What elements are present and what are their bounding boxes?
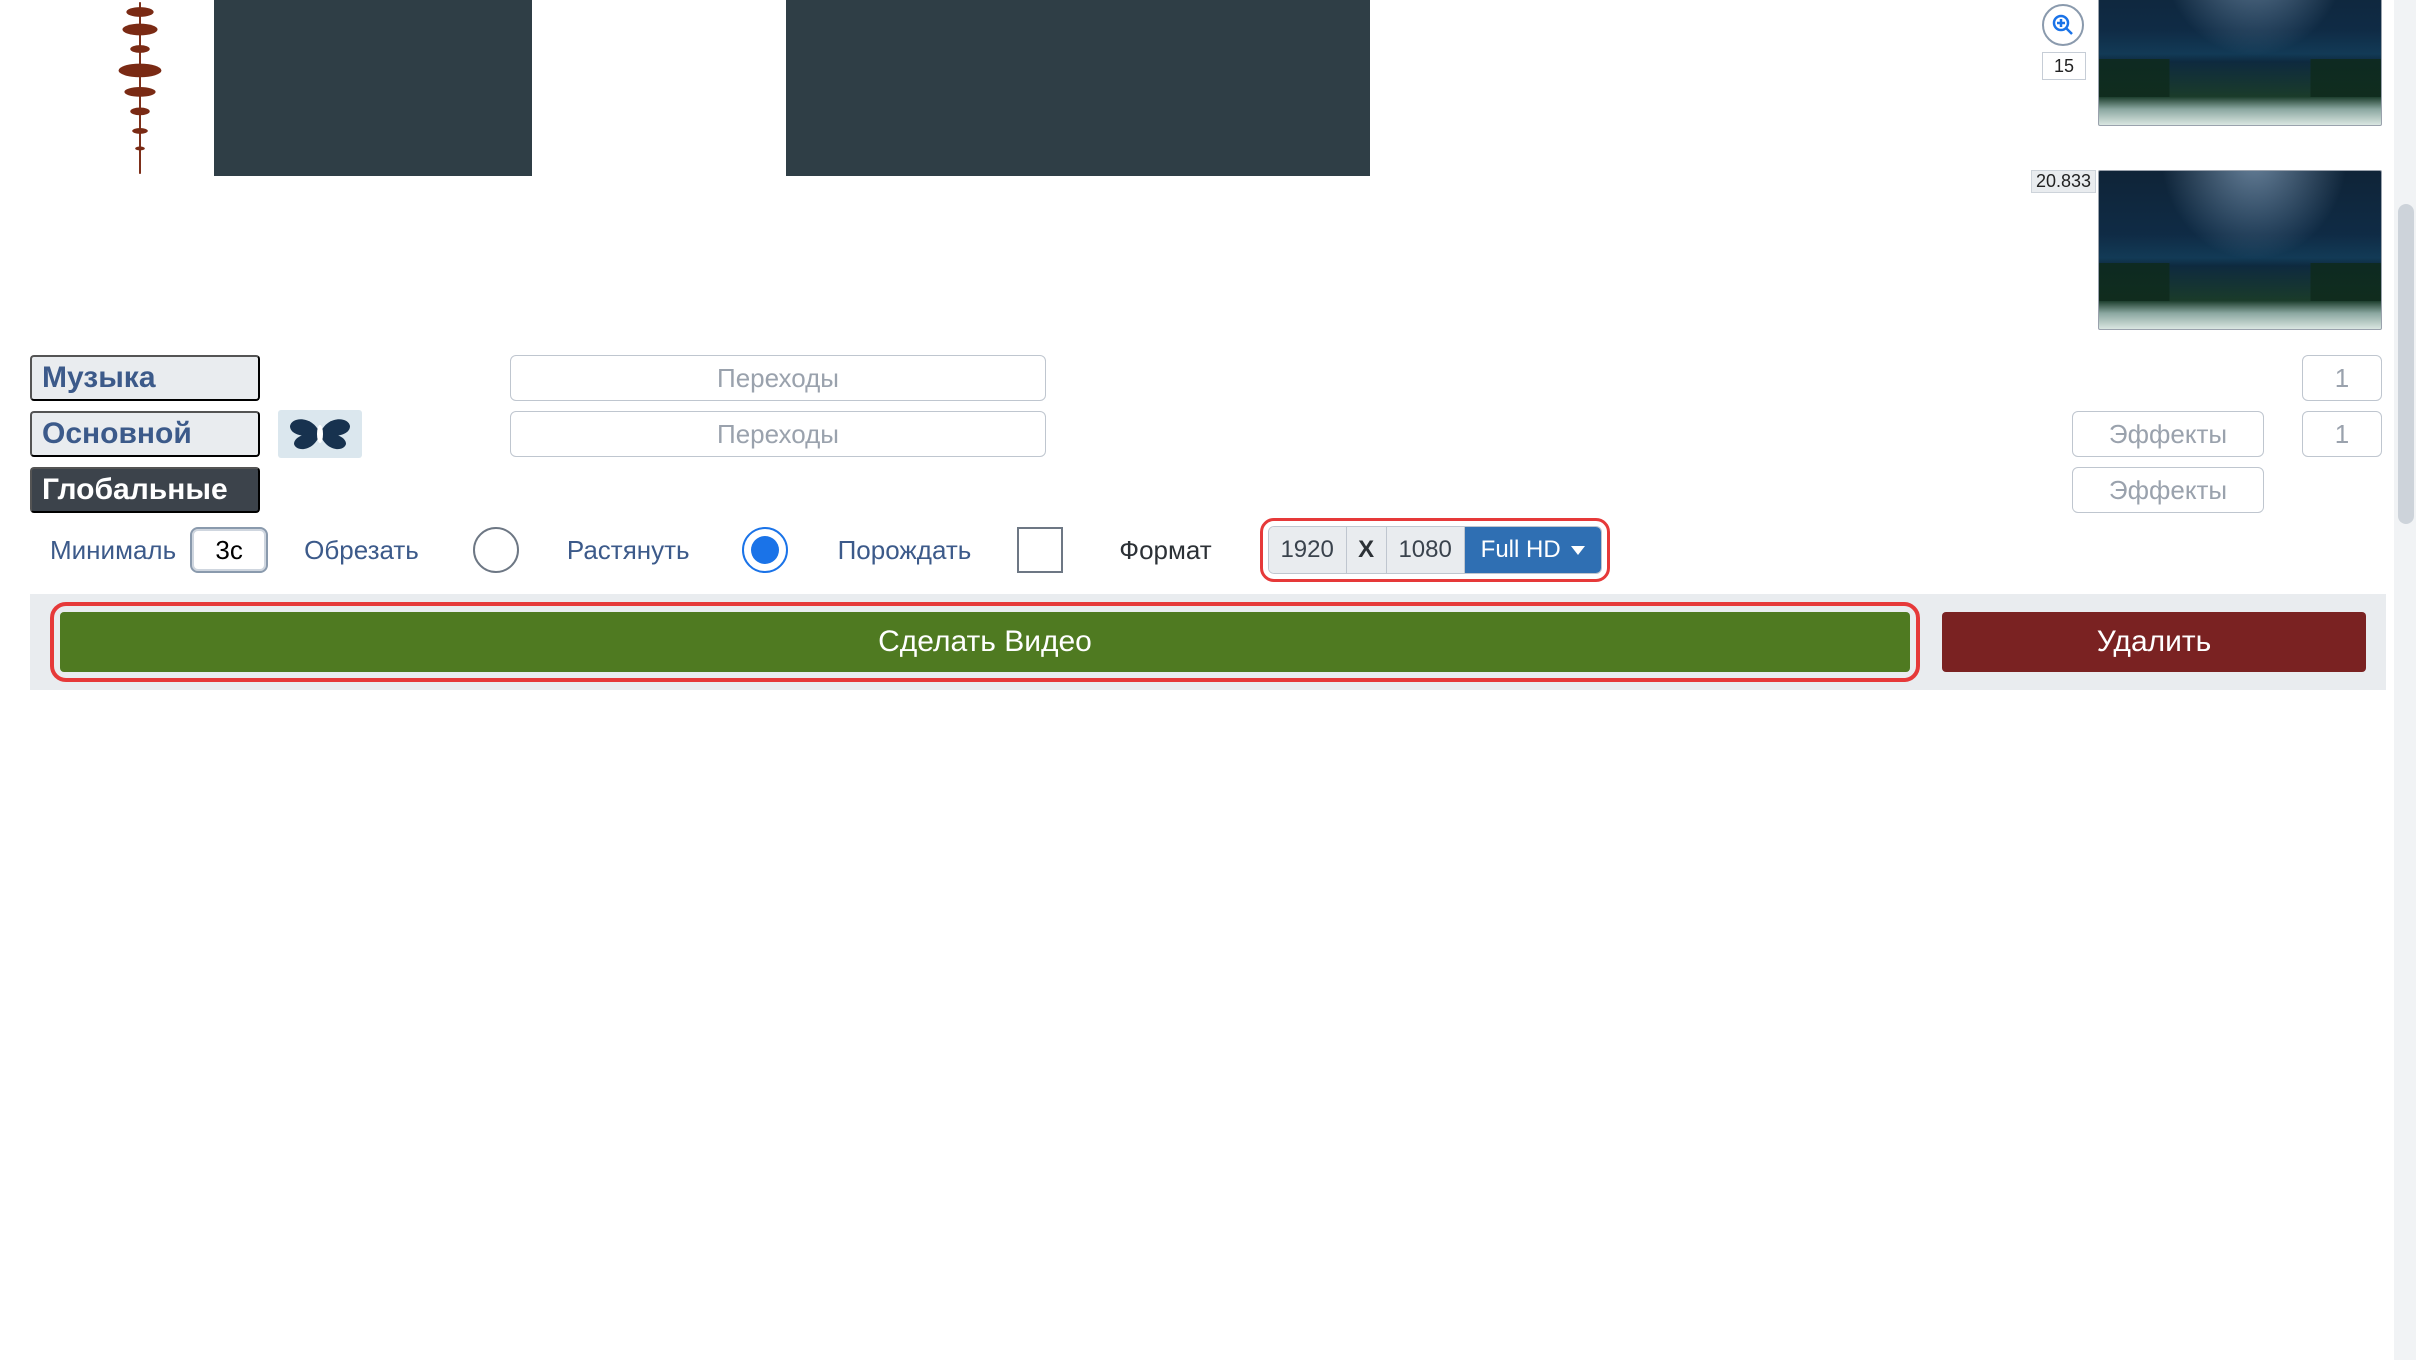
lane-main-button[interactable]: Основной [30, 411, 260, 457]
lane-global-button[interactable]: Глобальные [30, 467, 260, 513]
transitions-button[interactable]: Переходы [510, 355, 1046, 401]
delete-button[interactable]: Удалить [1942, 612, 2366, 672]
minimal-label: Минималь [50, 535, 176, 566]
bottom-bar: Сделать Видео Удалить [30, 594, 2386, 690]
format-label: Формат [1119, 535, 1211, 566]
effects-button[interactable]: Эффекты [2072, 467, 2264, 513]
chevron-down-icon [1571, 546, 1585, 555]
zoom-in-button[interactable] [2042, 4, 2084, 46]
spawn-checkbox[interactable] [1017, 527, 1063, 573]
format-height-input[interactable]: 1080 [1387, 527, 1465, 573]
format-group: 1920 X 1080 Full HD [1260, 518, 1610, 582]
format-x: X [1347, 527, 1387, 573]
scrollbar-thumb[interactable] [2398, 204, 2414, 524]
scrollbar-rail [2394, 0, 2416, 1360]
zoom-controls: 15 [2042, 2, 2086, 80]
count-box[interactable]: 1 [2302, 411, 2382, 457]
count-box[interactable]: 1 [2302, 355, 2382, 401]
crop-label: Обрезать [304, 535, 419, 566]
timeline-clip[interactable] [1078, 0, 1370, 176]
stretch-label: Растянуть [567, 535, 690, 566]
minimal-value-input[interactable]: 3с [190, 527, 268, 573]
preview-thumbnail[interactable] [2098, 0, 2382, 126]
effects-button[interactable]: Эффекты [2072, 411, 2264, 457]
timeline-clip[interactable] [214, 0, 532, 176]
preview-thumbnail[interactable] [2098, 170, 2382, 330]
clip-thumb-butterfly[interactable] [278, 410, 362, 458]
timeline-clip[interactable] [786, 0, 1078, 176]
zoom-in-icon [2051, 13, 2075, 37]
format-preset-dropdown[interactable]: Full HD [1465, 527, 1601, 573]
lane-music-button[interactable]: Музыка [30, 355, 260, 401]
timeline-row [66, 0, 2386, 176]
make-video-button[interactable]: Сделать Видео [60, 612, 1910, 672]
stretch-radio[interactable] [742, 527, 788, 573]
timeline-gap [532, 0, 786, 176]
spawn-label: Порождать [838, 535, 972, 566]
clip-timestamp: 20.833 [2031, 170, 2096, 193]
format-width-input[interactable]: 1920 [1269, 527, 1347, 573]
crop-radio[interactable] [473, 527, 519, 573]
format-preset-label: Full HD [1481, 536, 1561, 564]
highlight-ring: Сделать Видео [50, 602, 1920, 682]
waveform-panel [66, 0, 214, 176]
transitions-button[interactable]: Переходы [510, 411, 1046, 457]
zoom-level: 15 [2042, 52, 2086, 80]
